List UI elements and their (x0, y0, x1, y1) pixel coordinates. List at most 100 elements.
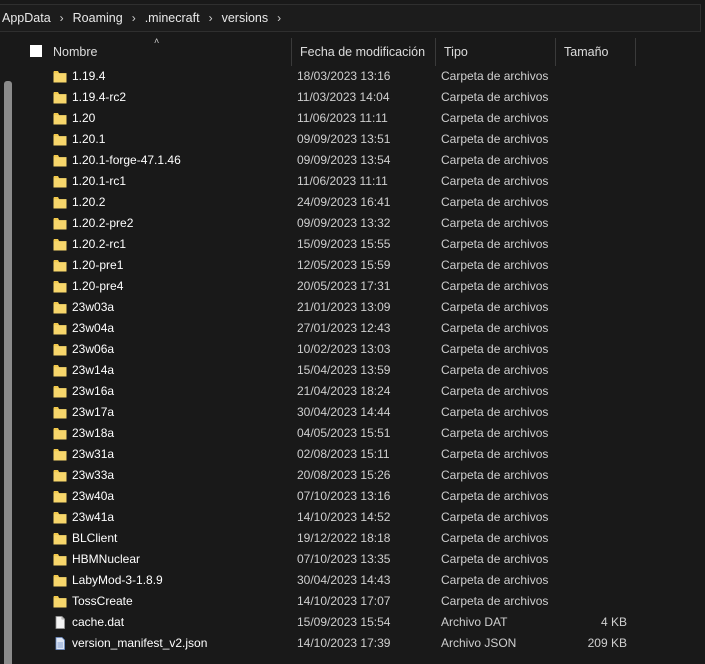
file-date: 10/02/2023 13:03 (297, 342, 391, 356)
file-row[interactable]: LabyMod-3-1.8.9 30/04/2023 14:43 Carpeta d… (14, 570, 705, 591)
file-row[interactable]: version_manifest_v2.json 14/10/2023 17:39… (14, 633, 705, 654)
file-date: 24/09/2023 16:41 (297, 195, 391, 209)
address-bar[interactable]: AppData › Roaming › .minecraft › version… (0, 4, 701, 32)
file-row[interactable]: 23w03a 21/01/2023 13:09 Carpeta de archivo… (14, 297, 705, 318)
vertical-scrollbar[interactable] (0, 78, 14, 664)
file-row[interactable]: 1.20.1-forge-47.1.46 09/09/2023 13:54 Carp… (14, 150, 705, 171)
select-all-checkbox[interactable] (30, 45, 42, 57)
file-type: Carpeta de archivos (441, 237, 549, 251)
file-row[interactable]: 1.20.2-rc1 15/09/2023 15:55 Carpeta de arc… (14, 234, 705, 255)
folder-icon (53, 238, 67, 251)
file-row[interactable]: 23w40a 07/10/2023 13:16 Carpeta de archivo… (14, 486, 705, 507)
file-date: 21/01/2023 13:09 (297, 300, 391, 314)
file-row[interactable]: 23w41a 14/10/2023 14:52 Carpeta de archivo… (14, 507, 705, 528)
file-row[interactable]: 23w17a 30/04/2023 14:44 Carpeta de archivo… (14, 402, 705, 423)
file-date: 18/03/2023 13:16 (297, 69, 391, 83)
file-icon (53, 616, 67, 629)
breadcrumb-versions[interactable]: versions (220, 11, 271, 25)
file-type: Carpeta de archivos (441, 195, 549, 209)
file-row[interactable]: 23w31a 02/08/2023 15:11 Carpeta de archivo… (14, 444, 705, 465)
file-date: 19/12/2022 18:18 (297, 531, 391, 545)
file-name: 23w40a (72, 489, 115, 503)
folder-icon (53, 427, 67, 440)
file-name: 1.20.2 (72, 195, 106, 209)
folder-icon (53, 280, 67, 293)
breadcrumb-roaming[interactable]: Roaming (71, 11, 125, 25)
file-type: Carpeta de archivos (441, 132, 549, 146)
file-type: Carpeta de archivos (441, 174, 549, 188)
column-header-size[interactable]: Tamaño (556, 38, 636, 66)
file-date: 02/08/2023 15:11 (297, 447, 390, 461)
column-name-label: Nombre (53, 45, 98, 59)
folder-icon (53, 532, 67, 545)
folder-icon (53, 322, 67, 335)
file-row[interactable]: 1.20.2 24/09/2023 16:41 Carpeta de archivo… (14, 192, 705, 213)
file-row[interactable]: 1.20-pre1 12/05/2023 15:59 Carpeta de arch… (14, 255, 705, 276)
file-date: 30/04/2023 14:43 (297, 573, 391, 587)
file-row[interactable]: 1.20.1-rc1 11/06/2023 11:11 Carpeta de arc… (14, 171, 705, 192)
file-row[interactable]: 1.20.1 09/09/2023 13:51 Carpeta de archivo… (14, 129, 705, 150)
folder-icon (53, 196, 67, 209)
file-type: Carpeta de archivos (441, 573, 549, 587)
file-row[interactable]: 23w04a 27/01/2023 12:43 Carpeta de archivo… (14, 318, 705, 339)
sort-ascending-icon: ˄ (154, 36, 160, 46)
file-name: 23w17a (72, 405, 115, 419)
file-row[interactable]: 23w14a 15/04/2023 13:59 Carpeta de archivo… (14, 360, 705, 381)
file-row[interactable]: BLClient 19/12/2022 18:18 Carpeta de archi… (14, 528, 705, 549)
file-type: Carpeta de archivos (441, 90, 549, 104)
file-name: 23w06a (72, 342, 115, 356)
column-header-type[interactable]: Tipo (436, 38, 556, 66)
scrollbar-thumb[interactable] (4, 81, 12, 664)
file-row[interactable]: 1.19.4-rc2 11/03/2023 14:04 Carpeta de arc… (14, 87, 705, 108)
file-row[interactable]: HBMNuclear 07/10/2023 13:35 Carpeta de arc… (14, 549, 705, 570)
file-date: 14/10/2023 17:39 (297, 636, 391, 650)
file-date: 09/09/2023 13:51 (297, 132, 391, 146)
file-row[interactable]: 1.20-pre4 20/05/2023 17:31 Carpeta de arch… (14, 276, 705, 297)
file-date: 09/09/2023 13:32 (297, 216, 391, 230)
column-header-date[interactable]: Fecha de modificación (292, 38, 436, 66)
file-name: 23w14a (72, 363, 115, 377)
file-size: 4 KB (600, 615, 627, 629)
file-row[interactable]: 23w16a 21/04/2023 18:24 Carpeta de archivo… (14, 381, 705, 402)
file-row[interactable]: 23w33a 20/08/2023 15:26 Carpeta de archivo… (14, 465, 705, 486)
file-date: 09/09/2023 13:54 (297, 153, 391, 167)
file-name: 1.20-pre4 (72, 279, 124, 293)
chevron-right-icon[interactable]: › (202, 11, 220, 25)
column-header-name[interactable]: ˄ Nombre (14, 36, 292, 66)
folder-icon (53, 448, 67, 461)
breadcrumb-appdata[interactable]: AppData (0, 11, 53, 25)
json-file-icon (53, 637, 67, 650)
column-date-label: Fecha de modificación (300, 45, 426, 59)
file-date: 15/04/2023 13:59 (297, 363, 391, 377)
folder-icon (53, 175, 67, 188)
file-date: 14/10/2023 14:52 (297, 510, 391, 524)
file-row[interactable]: 1.20.2-pre2 09/09/2023 13:32 Carpeta de ar… (14, 213, 705, 234)
breadcrumb-minecraft[interactable]: .minecraft (143, 11, 202, 25)
file-row[interactable]: cache.dat 15/09/2023 15:54 Archivo DAT 4 KB (14, 612, 705, 633)
chevron-right-icon[interactable]: › (53, 11, 71, 25)
file-type: Carpeta de archivos (441, 321, 549, 335)
folder-icon (53, 511, 67, 524)
file-row[interactable]: 1.20 11/06/2023 11:11 Carpeta de archivos (14, 108, 705, 129)
file-name: 1.20.1 (72, 132, 106, 146)
file-type: Carpeta de archivos (441, 258, 549, 272)
file-type: Carpeta de archivos (441, 216, 549, 230)
file-row[interactable]: 23w06a 10/02/2023 13:03 Carpeta de archivo… (14, 339, 705, 360)
column-size-label: Tamaño (564, 45, 609, 59)
chevron-right-icon[interactable]: › (270, 11, 288, 25)
file-type: Carpeta de archivos (441, 279, 549, 293)
file-row[interactable]: TossCreate 14/10/2023 17:07 Carpeta de arc… (14, 591, 705, 612)
file-row[interactable]: 1.19.4 18/03/2023 13:16 Carpeta de archivo… (14, 66, 705, 87)
folder-icon (53, 112, 67, 125)
file-type: Carpeta de archivos (441, 342, 549, 356)
file-date: 11/03/2023 14:04 (297, 90, 390, 104)
file-name: 1.19.4 (72, 69, 106, 83)
folder-icon (53, 301, 67, 314)
file-name: 23w03a (72, 300, 115, 314)
file-row[interactable]: 23w18a 04/05/2023 15:51 Carpeta de archivo… (14, 423, 705, 444)
file-type: Carpeta de archivos (441, 531, 549, 545)
chevron-right-icon[interactable]: › (125, 11, 143, 25)
file-list-view: ˄ Nombre Fecha de modificación Tipo Tama… (0, 36, 705, 664)
file-name: BLClient (72, 531, 118, 545)
file-type: Carpeta de archivos (441, 594, 549, 608)
